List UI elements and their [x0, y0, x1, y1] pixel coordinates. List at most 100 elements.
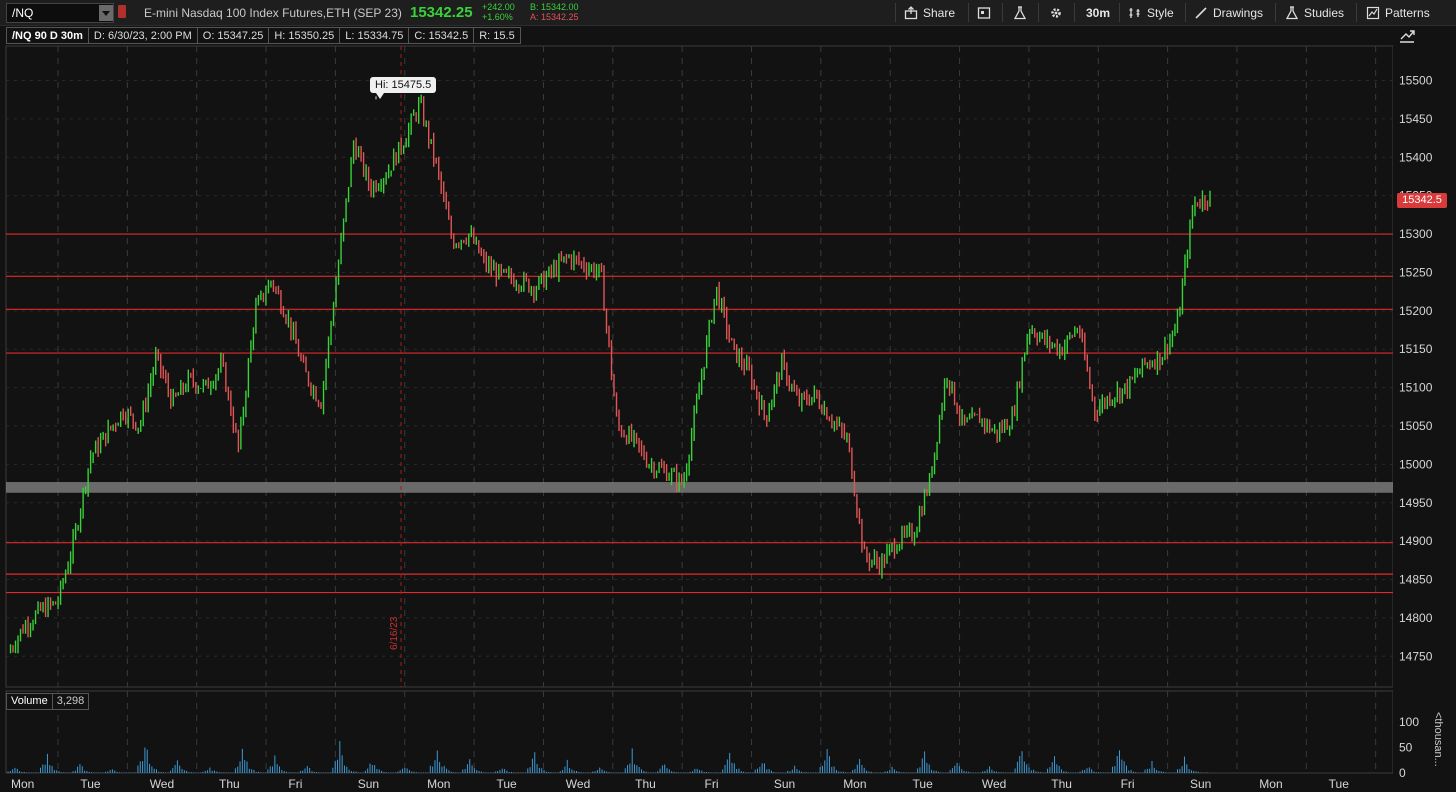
price-tick-label: 15200: [1399, 304, 1433, 318]
x-tick-label: Sun: [1190, 777, 1211, 791]
price-axis-bg: [1393, 46, 1456, 792]
net-change: +242.00: [482, 2, 515, 12]
price-tick-label: 15000: [1399, 457, 1433, 471]
chart-settings-icon: [977, 6, 991, 19]
toolbar-separator: [1038, 3, 1039, 22]
high-annotation: Hi: 15475.5: [370, 77, 437, 99]
toolbar-separator: [968, 3, 969, 22]
studies-icon: [1285, 5, 1299, 19]
bar-range: R: 15.5: [474, 27, 521, 44]
volume-value: 3,298: [52, 693, 90, 710]
last-price: 15342.25: [410, 4, 473, 21]
drawings-icon: [1195, 6, 1207, 19]
share-button[interactable]: Share: [904, 4, 955, 21]
share-icon: [904, 5, 918, 19]
bar-high: H: 15350.25: [269, 27, 341, 44]
drawings-label: Drawings: [1213, 5, 1264, 20]
x-tick-label: Thu: [1051, 777, 1072, 791]
current-price-tag: 15342.5: [1397, 193, 1447, 209]
price-tick-label: 15100: [1399, 381, 1433, 395]
studies-button[interactable]: Studies: [1285, 4, 1344, 21]
aggregation-label: 30m: [1086, 5, 1111, 20]
x-tick-label: Wed: [982, 777, 1006, 791]
price-tick-label: 15300: [1399, 227, 1433, 241]
style-icon: [1129, 7, 1140, 18]
price-chart[interactable]: Mon Tue Wed Thu Fri Sun Mon Tue Wed Thu Fri Sun Mon T…: [0, 0, 1456, 792]
volume-pane: [5, 690, 1394, 774]
symbol-input[interactable]: /NQ: [6, 3, 114, 23]
x-tick-label: Fri: [288, 777, 302, 791]
x-tick-label: Fri: [705, 777, 719, 791]
toolbar-separator: [1185, 3, 1186, 22]
x-tick-label: Wed: [566, 777, 590, 791]
bar-low: L: 15334.75: [340, 27, 410, 44]
volume-title: Volume: [6, 693, 53, 710]
toolbar-separator: [1119, 3, 1120, 22]
flask-button[interactable]: [1013, 4, 1027, 21]
price-tick-label: 14900: [1399, 534, 1433, 548]
price-tick-label: 14800: [1399, 611, 1433, 625]
price-tick-label: 14850: [1399, 573, 1433, 587]
bar-date: D: 6/30/23, 2:00 PM: [88, 27, 198, 44]
aggregation-button[interactable]: 30m: [1086, 4, 1110, 21]
x-tick-label: Wed: [150, 777, 174, 791]
price-change: +242.00 +1.60%: [482, 2, 515, 22]
x-tick-label: Fri: [1121, 777, 1135, 791]
bid-ask: B: 15342.00 A: 15342.25: [530, 2, 579, 22]
x-tick-label: Tue: [80, 777, 101, 791]
x-tick-label: Tue: [1329, 777, 1350, 791]
marker-date-label: 6/16/23: [389, 616, 400, 650]
x-tick-label: Tue: [913, 777, 934, 791]
price-tick-label: 15400: [1399, 150, 1433, 164]
price-tick-label: 15450: [1399, 112, 1433, 126]
x-tick-label: Mon: [11, 777, 34, 791]
volume-axis-unit: <thousan...: [1432, 712, 1444, 767]
share-label: Share: [923, 5, 956, 20]
drawings-button[interactable]: Drawings: [1194, 4, 1263, 21]
volume-tick-label: 0: [1399, 766, 1406, 780]
price-tick-label: 15250: [1399, 265, 1433, 279]
chart-settings-button[interactable]: [977, 4, 991, 21]
symbol-text: /NQ: [12, 6, 34, 20]
volume-pane-label: Volume 3,298: [6, 693, 90, 710]
price-tick-label: 15050: [1399, 419, 1433, 433]
price-pane: [5, 45, 1394, 688]
x-tick-label: Mon: [1259, 777, 1282, 791]
settings-button[interactable]: [1049, 4, 1063, 21]
ask-price: A: 15342.25: [530, 12, 579, 22]
patterns-icon: [1366, 6, 1380, 19]
x-tick-label: Mon: [843, 777, 866, 791]
top-toolbar: /NQ E-mini Nasdaq 100 Index Futures,ETH …: [0, 0, 1456, 26]
bid-price: B: 15342.00: [530, 2, 579, 12]
x-tick-label: Sun: [358, 777, 379, 791]
price-tick-label: 15150: [1399, 342, 1433, 356]
toolbar-separator: [1002, 3, 1003, 22]
chevron-down-icon: [102, 10, 110, 16]
volume-tick-label: 50: [1399, 741, 1413, 755]
expand-chart-icon[interactable]: [1398, 27, 1416, 45]
support-zone: [6, 482, 1393, 493]
price-tick-label: 14950: [1399, 496, 1433, 510]
x-tick-label: Sun: [774, 777, 795, 791]
patterns-button[interactable]: Patterns: [1366, 4, 1430, 21]
studies-label: Studies: [1304, 5, 1345, 20]
toolbar-separator: [1074, 3, 1075, 22]
price-tick-label: 15500: [1399, 74, 1433, 88]
chart-title: /NQ 90 D 30m: [6, 27, 89, 44]
style-button[interactable]: Style: [1128, 4, 1174, 21]
flag-icon[interactable]: [118, 5, 126, 18]
price-tick-label: 14750: [1399, 649, 1433, 663]
symbol-dropdown-button[interactable]: [99, 5, 113, 21]
toolbar-separator: [1356, 3, 1357, 22]
style-label: Style: [1147, 5, 1174, 20]
bar-close: C: 15342.5: [409, 27, 475, 44]
ohlc-info-bar: /NQ 90 D 30m D: 6/30/23, 2:00 PM O: 1534…: [6, 27, 521, 44]
x-tick-label: Thu: [635, 777, 656, 791]
gear-icon: [1051, 7, 1061, 18]
toolbar-separator: [1275, 3, 1276, 22]
volume-tick-label: 100: [1399, 715, 1419, 729]
x-tick-label: Thu: [219, 777, 240, 791]
x-tick-label: Mon: [427, 777, 450, 791]
toolbar-separator: [895, 3, 896, 22]
flask-icon: [1013, 5, 1027, 19]
